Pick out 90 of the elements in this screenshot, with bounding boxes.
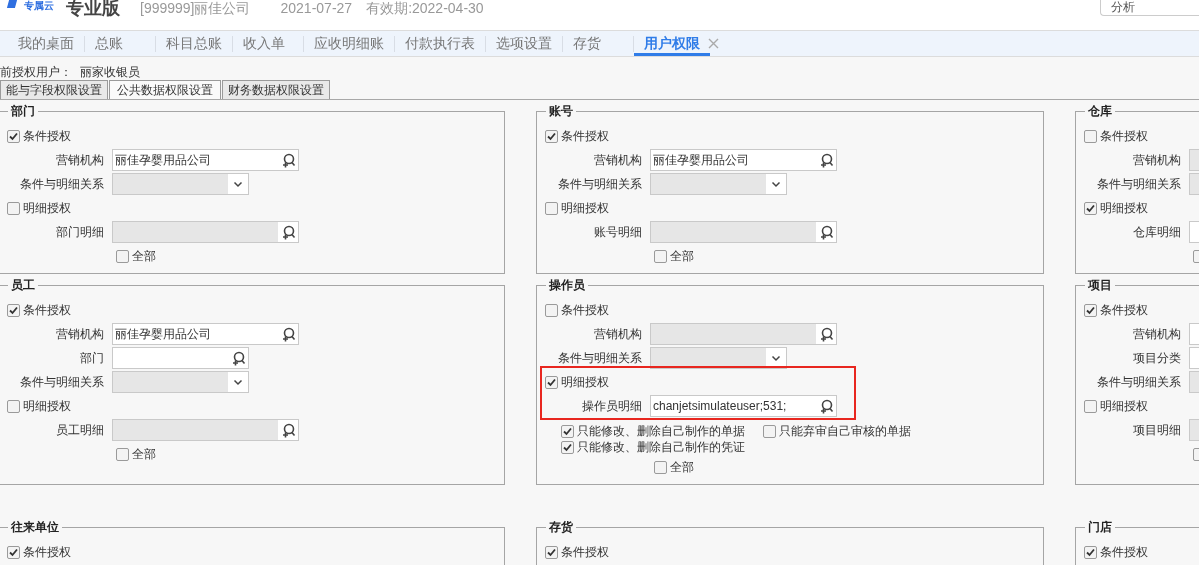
tab[interactable]: 选项设置 <box>486 31 562 56</box>
all-checkbox[interactable]: 全部 <box>116 249 156 263</box>
checkbox[interactable]: 只能弃审自己审核的单据 <box>763 424 911 438</box>
checkmark-icon <box>1086 203 1095 213</box>
search-icon[interactable] <box>280 326 296 342</box>
field-label: 条件与明细关系 <box>1096 177 1181 191</box>
field-label: 部门 <box>79 351 104 365</box>
checkbox[interactable]: 条件授权 <box>7 303 71 317</box>
checkbox[interactable]: 条件授权 <box>1084 303 1148 317</box>
tab[interactable]: 科目总账 <box>156 31 232 56</box>
checkbox[interactable]: 明细授权 <box>1084 201 1148 215</box>
field-label: 条件与明细关系 <box>19 177 104 191</box>
lookup-field[interactable]: chanjetsimulateuser;531; <box>650 395 837 417</box>
checkbox[interactable]: 条件授权 <box>1084 545 1148 559</box>
validity-text: 有效期:2022-04-30 <box>366 0 484 16</box>
panel-title: 存货 <box>548 519 574 535</box>
panel-title: 仓库 <box>1087 103 1113 119</box>
checkmark-icon <box>547 377 556 387</box>
lookup-field[interactable]: 丽佳孕婴用品公司 <box>112 149 299 171</box>
checkbox[interactable]: 明细授权 <box>7 399 71 413</box>
tab[interactable]: 收入单 <box>233 31 303 56</box>
close-icon[interactable] <box>708 38 719 49</box>
checkbox[interactable]: 条件授权 <box>545 129 609 143</box>
checkbox[interactable]: 明细授权 <box>1084 399 1148 413</box>
field-label: 条件与明细关系 <box>557 351 642 365</box>
field-label: 营销机构 <box>593 327 642 341</box>
checkbox[interactable]: 条件授权 <box>545 545 609 559</box>
checkmark-icon <box>547 547 556 557</box>
field-label: 项目明细 <box>1132 423 1181 437</box>
checkmark-icon <box>9 547 18 557</box>
field-label: 营销机构 <box>55 327 104 341</box>
field-label: 营销机构 <box>55 153 104 167</box>
panel-title: 往来单位 <box>10 519 60 535</box>
field-label: 营销机构 <box>593 153 642 167</box>
field-label: 条件与明细关系 <box>19 375 104 389</box>
tab[interactable]: 应收明细账 <box>304 31 394 56</box>
search-icon[interactable] <box>280 152 296 168</box>
checkbox[interactable]: 明细授权 <box>545 375 609 389</box>
field-label: 条件与明细关系 <box>1096 375 1181 389</box>
lookup-field[interactable]: 丽佳孕婴用品公司 <box>112 323 299 345</box>
checkbox[interactable]: 条件授权 <box>7 545 71 559</box>
search-field[interactable]: 分析 <box>1100 0 1199 16</box>
panel-title: 项目 <box>1087 277 1113 293</box>
panel-title: 操作员 <box>548 277 586 293</box>
checkmark-icon <box>547 131 556 141</box>
field-label: 部门明细 <box>55 225 104 239</box>
all-checkbox[interactable]: 全部 <box>654 249 694 263</box>
tab[interactable]: 存货 <box>563 31 633 56</box>
panel-title: 部门 <box>10 103 36 119</box>
logo-text: 专属云 <box>24 0 54 12</box>
sub-tab[interactable]: 能与字段权限设置 <box>0 80 108 99</box>
field-label: 条件与明细关系 <box>557 177 642 191</box>
user-label: 前授权用户： <box>0 65 72 79</box>
company-name: [999999]丽佳公司 <box>140 0 251 16</box>
lookup-field[interactable]: 丽佳孕婴用品公司 <box>650 149 837 171</box>
tab[interactable]: 总账 <box>85 31 155 56</box>
checkmark-icon <box>9 131 18 141</box>
all-checkbox[interactable]: 全部 <box>654 460 694 474</box>
all-checkbox[interactable]: 全部 <box>116 447 156 461</box>
field-label: 账号明细 <box>593 225 642 239</box>
checkbox[interactable]: 条件授权 <box>7 129 71 143</box>
checkbox[interactable]: 明细授权 <box>7 201 71 215</box>
checkbox[interactable]: 只能修改、删除自己制作的单据 <box>561 424 745 438</box>
search-icon[interactable] <box>230 350 246 366</box>
field-label: 营销机构 <box>1132 327 1181 341</box>
tab[interactable]: 付款执行表 <box>395 31 485 56</box>
field-label: 项目分类 <box>1132 351 1181 365</box>
tab[interactable]: 我的桌面 <box>8 31 84 56</box>
field-label: 仓库明细 <box>1132 225 1181 239</box>
logo-icon <box>6 0 18 8</box>
checkmark-icon <box>9 305 18 315</box>
field-label: 操作员明细 <box>581 399 642 413</box>
field-label: 员工明细 <box>55 423 104 437</box>
checkbox[interactable]: 条件授权 <box>545 303 609 317</box>
panel-title: 账号 <box>548 103 574 119</box>
panel-title: 员工 <box>10 277 36 293</box>
checkbox[interactable]: 明细授权 <box>545 201 609 215</box>
date-text: 2021-07-27 <box>280 0 353 16</box>
panel-title: 门店 <box>1087 519 1113 535</box>
search-icon[interactable] <box>818 398 834 414</box>
lookup-field[interactable] <box>112 347 249 369</box>
checkmark-icon <box>1086 547 1095 557</box>
sub-tab[interactable]: 公共数据权限设置 <box>109 80 221 99</box>
user-name: 丽家收银员 <box>80 65 140 79</box>
checkbox[interactable]: 条件授权 <box>1084 129 1148 143</box>
sub-tab[interactable]: 财务数据权限设置 <box>222 80 330 99</box>
checkbox[interactable]: 只能修改、删除自己制作的凭证 <box>561 440 745 454</box>
search-icon[interactable] <box>818 152 834 168</box>
checkmark-icon <box>1086 305 1095 315</box>
field-label: 营销机构 <box>1132 153 1181 167</box>
